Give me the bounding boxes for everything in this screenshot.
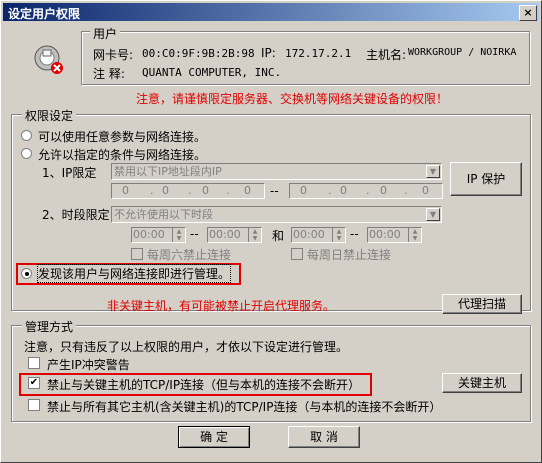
time1-start-input[interactable]: 00:00 ▲ ▼ — [131, 227, 186, 243]
radio-conditional[interactable] — [21, 148, 32, 159]
computer-blocked-icon — [32, 42, 68, 78]
ip-start-octet: 0 — [202, 184, 209, 197]
spin-arrows-icon[interactable]: ▲ ▼ — [248, 228, 261, 242]
host-value: WORKGROUP / NOIRKA — [408, 47, 517, 58]
sunday-block-label: 每周日禁止连接 — [307, 248, 392, 262]
block-all-hosts-label: 禁止与所有其它主机(含关键主机)的TCP/IP连接（与本机的连接不会断开） — [47, 400, 442, 414]
saturday-block-checkbox[interactable] — [131, 248, 143, 260]
ip-end-octet: 0 — [300, 184, 307, 197]
time1-start-value: 00:00 — [133, 228, 165, 241]
and-label: 和 — [272, 229, 285, 243]
radio-conditional-label: 允许以指定的条件与网络连接。 — [38, 148, 207, 162]
ip-start-octet: 0 — [122, 184, 129, 197]
chevron-down-icon: ▼ — [426, 208, 440, 221]
ip-limit-select[interactable]: 禁用以下IP地址段内IP ▼ — [111, 163, 442, 180]
ip-protect-button[interactable]: IP 保护 — [450, 162, 522, 196]
ip-end-octet: 0 — [380, 184, 387, 197]
ip-conflict-label: 产生IP冲突警告 — [47, 358, 130, 372]
title-bar: 设定用户权限 × — [3, 3, 539, 21]
proxy-scan-button[interactable]: 代理扫描 — [442, 294, 522, 314]
warning-text: 注意，请谨慎限定服务器、交换机等网络关键设备的权限！ — [136, 92, 449, 106]
mac-value: 00:C0:9F:9B:2B:98 — [142, 47, 255, 60]
note-label: 注 释: — [93, 67, 125, 81]
block-key-hosts-checkbox[interactable]: ✔ — [28, 377, 40, 389]
spin-arrows-icon[interactable]: ▲ ▼ — [172, 228, 185, 242]
ip-range-end-input[interactable]: 0 . 0 . 0 . 0 — [289, 183, 443, 199]
time-limit-select[interactable]: 不允许使用以下时段 ▼ — [111, 206, 442, 223]
radio-manage-on-detect[interactable] — [21, 268, 32, 279]
ip-start-octet: 0 — [162, 184, 169, 197]
time-limit-label: 2、时段限定 — [42, 208, 110, 222]
radio-any-params-label: 可以使用任意参数与网络连接。 — [38, 130, 207, 144]
time1-end-input[interactable]: 00:00 ▲ ▼ — [207, 227, 262, 243]
spin-arrows-icon[interactable]: ▲ ▼ — [408, 228, 421, 242]
ip-limit-label: 1、IP限定 — [42, 166, 97, 180]
ip-dot: . — [366, 184, 370, 197]
ok-button[interactable]: 确 定 — [178, 426, 250, 448]
radio-any-params[interactable] — [21, 130, 32, 141]
host-label: 主机名: — [366, 48, 407, 62]
mac-label: 网卡号: — [93, 48, 134, 62]
time1-end-value: 00:00 — [209, 228, 241, 241]
time2-start-value: 00:00 — [293, 228, 325, 241]
ip-dot: . — [226, 184, 230, 197]
spin-arrows-icon[interactable]: ▲ ▼ — [332, 228, 345, 242]
manage-group-label: 管理方式 — [22, 318, 77, 335]
window-title: 设定用户权限 — [8, 7, 81, 21]
checkmark-icon: ✔ — [29, 377, 39, 388]
time1-dash: -- — [190, 227, 199, 241]
ip-dot: . — [404, 184, 408, 197]
saturday-block-label: 每周六禁止连接 — [147, 248, 232, 262]
close-icon: × — [523, 6, 533, 19]
ip-dot: . — [150, 184, 154, 197]
time2-start-input[interactable]: 00:00 ▲ ▼ — [291, 227, 346, 243]
close-button[interactable]: × — [519, 5, 537, 21]
user-group-label: 用户 — [90, 25, 121, 42]
radio-manage-on-detect-label: 发现该用户与网络连接即进行管理。 — [36, 264, 232, 283]
ip-label: IP: — [261, 46, 276, 60]
manage-note: 注意，只有违反了以上权限的用户，才依以下设定进行管理。 — [24, 340, 349, 354]
non-key-host-text: 非关键主机，有可能被禁止开启代理服务。 — [107, 299, 336, 313]
time-limit-select-value: 不允许使用以下时段 — [114, 208, 213, 221]
ip-conflict-checkbox[interactable] — [28, 357, 40, 369]
cancel-button[interactable]: 取 消 — [288, 426, 360, 448]
ip-start-octet: 0 — [244, 184, 251, 197]
ip-value: 172.17.2.1 — [285, 47, 352, 60]
ip-range-start-input[interactable]: 0 . 0 . 0 . 0 — [111, 183, 265, 199]
ip-end-octet: 0 — [340, 184, 347, 197]
block-all-hosts-checkbox[interactable] — [28, 399, 40, 411]
ip-dot: . — [188, 184, 192, 197]
ip-dot: . — [328, 184, 332, 197]
ip-limit-select-value: 禁用以下IP地址段内IP — [114, 165, 222, 178]
time2-end-input[interactable]: 00:00 ▲ ▼ — [367, 227, 422, 243]
chevron-down-icon: ▼ — [426, 165, 440, 178]
ip-range-dash: -- — [270, 184, 279, 198]
note-value: QUANTA COMPUTER, INC. — [142, 66, 282, 79]
block-key-hosts-label: 禁止与关键主机的TCP/IP连接（但与本机的连接不会断开） — [47, 378, 361, 392]
time2-end-value: 00:00 — [369, 228, 401, 241]
sunday-block-checkbox[interactable] — [291, 248, 303, 260]
time2-dash: -- — [350, 227, 359, 241]
permission-group-label: 权限设定 — [22, 107, 77, 124]
ip-end-octet: 0 — [422, 184, 429, 197]
key-host-button[interactable]: 关键主机 — [442, 373, 522, 393]
